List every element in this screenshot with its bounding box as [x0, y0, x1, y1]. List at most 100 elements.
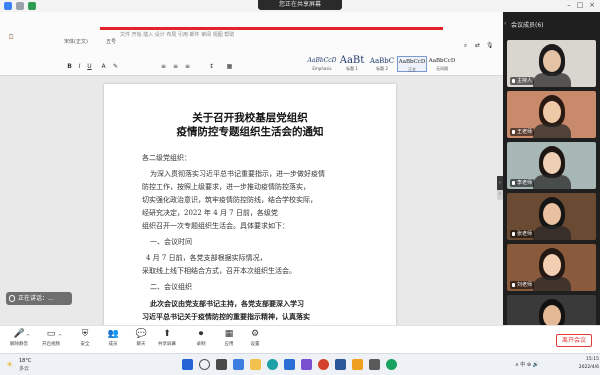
ribbon-tabs[interactable]: 文件 开始 插入 设计 布局 引用 邮件 审阅 视图 帮助 [120, 31, 300, 38]
clock-time: 15:15 [586, 357, 599, 362]
mute-label: 解除静音 [10, 342, 28, 347]
maximize-icon[interactable]: □ [576, 1, 584, 10]
document-page[interactable]: 关于召开我校基层党组织 疫情防控专题组织生活会的通知 各二级党组织： 为深入贯彻… [104, 84, 396, 353]
meeting-app-icon[interactable] [386, 359, 397, 370]
widgets-icon[interactable] [233, 359, 244, 370]
apps-icon: ▦ [224, 329, 234, 339]
security-icon[interactable] [28, 2, 36, 10]
meeting-control-bar: 🎤 解除静音 ▭ 开启视频 ⛨ 安全 👥 成员 💬 聊天 ⬆ 共享屏幕 ⏺ 录制 ▦ 应用 ⚙ 设置 ^ ^ 离开… [0, 325, 600, 353]
font-name-select[interactable]: 宋体(正文) [64, 38, 104, 45]
mute-button[interactable]: 🎤 解除静音 [4, 329, 34, 353]
participants-title: 会议成员(6) [511, 22, 544, 29]
chrome-icon[interactable] [318, 359, 329, 370]
participant-video-tile[interactable]: 刘老师 [507, 244, 596, 291]
participant-name: 张老师 [517, 231, 533, 237]
shading-icon[interactable]: ▦ [226, 63, 233, 70]
edge-icon[interactable] [267, 359, 278, 370]
replace-icon[interactable]: ⇄ [474, 42, 481, 49]
highlight-icon[interactable]: ✎ [112, 63, 119, 70]
settings-icon[interactable] [369, 359, 380, 370]
paste-label[interactable]: 📋 [8, 34, 14, 40]
word-icon[interactable] [335, 359, 346, 370]
style-normal[interactable]: AaBbCcD 正文 [397, 56, 427, 72]
participant-video-tile[interactable]: 王老师 [507, 91, 596, 138]
store-icon[interactable] [284, 359, 295, 370]
document-section-heading: 一、会议时间 [150, 238, 192, 246]
document-section-heading: 二、会议组织 [150, 283, 192, 291]
font-size-select[interactable]: 五号 [106, 38, 116, 45]
document-paragraph: 各二级党组织： [142, 154, 191, 162]
screen: 您正在共享屏幕 – □ × 📋 宋体(正文) 五号 文件 开始 插入 设计 布局… [0, 0, 600, 375]
chat-icon: 💬 [135, 329, 147, 339]
participant-name: 王老师 [517, 129, 533, 135]
align-right-icon[interactable]: ≡ [184, 63, 191, 70]
collapse-icon[interactable]: ‹ [504, 19, 509, 28]
participants-button[interactable]: 👥 成员 [98, 329, 128, 353]
windows-taskbar: ☀ 18°C 多云 ∧ 中 ⊕ 🔊 15:15 2022/4/6 [0, 353, 600, 375]
dictate-icon[interactable]: 🎙 [486, 42, 494, 49]
participant-video-tile[interactable]: 李老师 [507, 142, 596, 189]
security-button[interactable]: ⛨ 安全 [70, 329, 100, 353]
teams-icon[interactable] [301, 359, 312, 370]
record-button[interactable]: ⏺ 录制 [186, 329, 216, 353]
file-explorer-icon[interactable] [250, 359, 261, 370]
system-tray[interactable]: ∧ 中 ⊕ 🔊 [515, 359, 570, 371]
people-icon: 👥 [107, 329, 119, 339]
clock-date: 2022/4/6 [578, 365, 599, 370]
document-paragraph: 经研究决定，2022 年 4 月 7 日前，各级党 [142, 209, 278, 217]
participant-face [543, 50, 561, 72]
screen-share-bar: 您正在共享屏幕 – □ × [0, 0, 600, 12]
participant-face [543, 152, 561, 174]
participants-panel: › ‹ 会议成员(6) 主持人王老师李老师张老师刘老师赵老师 [497, 12, 600, 353]
video-options-caret[interactable]: ^ [58, 334, 62, 340]
task-view-icon[interactable] [216, 359, 227, 370]
align-center-icon[interactable]: ≡ [172, 63, 179, 70]
minimize-icon[interactable]: – [565, 1, 573, 10]
participant-video-tile[interactable]: 主持人 [507, 40, 596, 87]
align-left-icon[interactable]: ≡ [160, 63, 167, 70]
audio-options-caret[interactable]: ^ [26, 334, 30, 340]
find-icon[interactable]: ⌕ [462, 42, 469, 49]
microphone-icon: 🎤 [13, 329, 25, 339]
document-title-line-1: 关于召开我校基层党组织 [192, 112, 308, 124]
close-icon[interactable]: × [588, 1, 596, 10]
weather-widget[interactable]: ☀ 18°C 多云 [6, 357, 46, 373]
style-no-spacing[interactable]: AaBbCcD 无间隔 [427, 56, 457, 72]
italic-icon[interactable]: I [76, 63, 83, 70]
speaking-label: 正在讲话：... [18, 295, 54, 302]
panel-toggle-button[interactable]: › [497, 176, 503, 190]
style-heading-2[interactable]: AaBbC 标题 2 [367, 56, 397, 72]
participant-name: 刘老师 [517, 282, 533, 288]
search-icon[interactable] [199, 359, 210, 370]
security-label: 安全 [80, 342, 90, 347]
style-heading-1[interactable]: AaBt 标题 1 [337, 56, 367, 72]
microphone-icon [512, 79, 515, 83]
taskbar-clock[interactable]: 15:15 2022/4/6 [573, 356, 599, 374]
app-icon[interactable] [4, 2, 12, 10]
leave-meeting-button[interactable]: 离开会议 [556, 334, 592, 347]
settings-button[interactable]: ⚙ 设置 [240, 329, 270, 353]
gear-icon: ⚙ [250, 329, 260, 339]
participant-name: 李老师 [517, 180, 533, 186]
font-color-icon[interactable]: A [100, 63, 107, 70]
app-icon[interactable] [352, 359, 363, 370]
participant-body [533, 175, 571, 189]
start-icon[interactable] [182, 359, 193, 370]
document-paragraph: 切实强化政治意识，筑牢疫情防控防线，结合学校实际， [142, 196, 317, 204]
bold-icon[interactable]: B [66, 63, 73, 70]
sharing-highlight-bar [100, 27, 443, 30]
line-spacing-icon[interactable]: ↕ [208, 63, 215, 70]
underline-icon[interactable]: U [86, 63, 93, 70]
word-ribbon: 📋 宋体(正文) 五号 文件 开始 插入 设计 布局 引用 邮件 审阅 视图 帮… [0, 12, 503, 76]
sun-cloud-icon: ☀ [6, 360, 14, 369]
share-screen-button[interactable]: ⬆ 共享屏幕 [152, 329, 182, 353]
window-icon[interactable] [16, 2, 24, 10]
video-button[interactable]: ▭ 开启视频 [36, 329, 66, 353]
document-title-line-2: 疫情防控专题组织生活会的通知 [176, 126, 324, 138]
share-status-pill[interactable]: 您正在共享屏幕 [258, 0, 342, 10]
participant-name-tag: 主持人 [510, 77, 535, 85]
participant-face [543, 254, 561, 276]
participant-video-tile[interactable]: 张老师 [507, 193, 596, 240]
record-label: 录制 [196, 342, 206, 347]
style-emphasis[interactable]: AaBbCcD Emphasis [307, 56, 337, 72]
